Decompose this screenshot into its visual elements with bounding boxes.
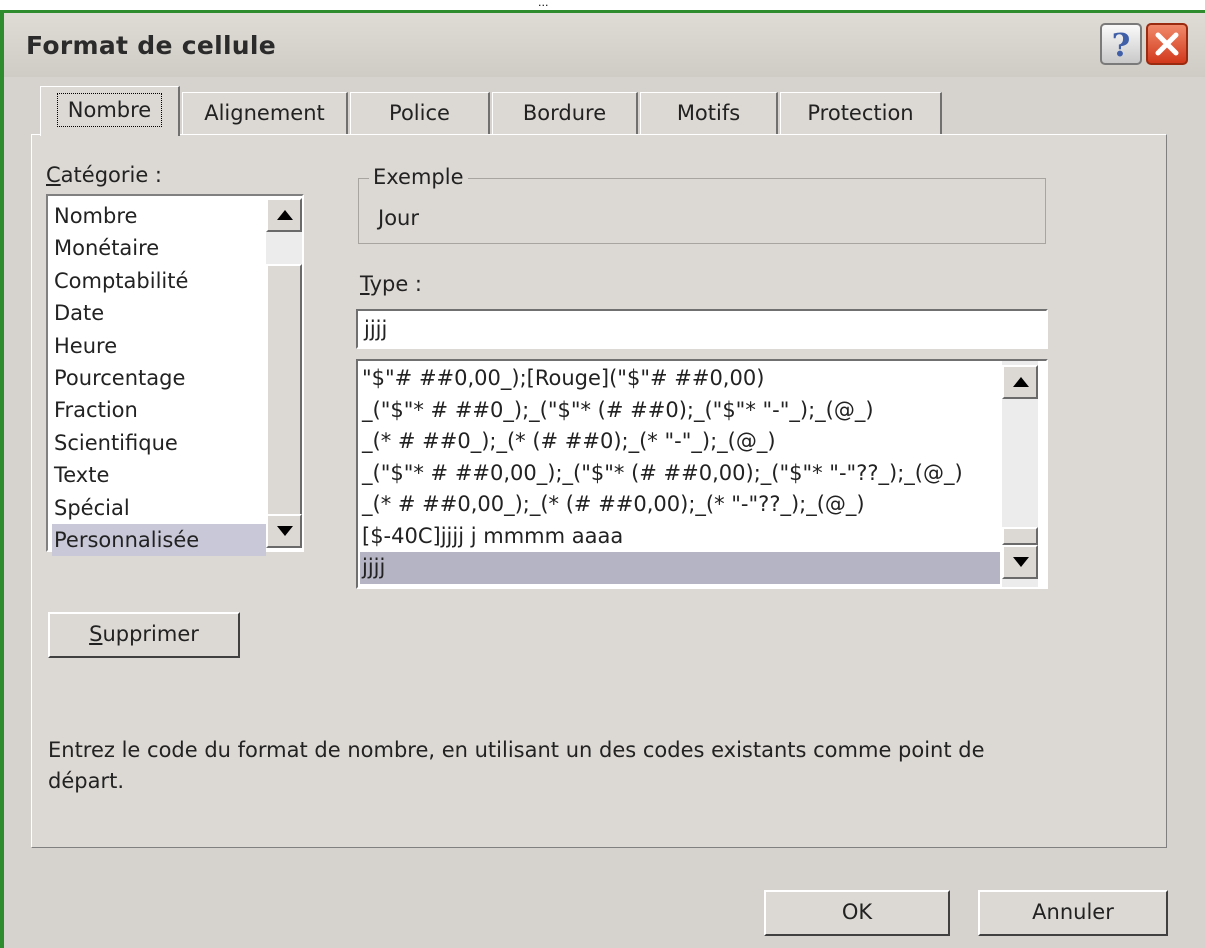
close-button[interactable] bbox=[1146, 23, 1188, 65]
scroll-thumb[interactable] bbox=[1002, 527, 1038, 545]
arrow-down-icon bbox=[1013, 557, 1029, 567]
list-item[interactable]: [$-40C]jjjj j mmmm aaaa bbox=[360, 521, 1000, 553]
type-input[interactable]: jjjj bbox=[356, 309, 1048, 349]
tab-alignement[interactable]: Alignement bbox=[182, 92, 348, 136]
list-item[interactable]: Spécial bbox=[52, 492, 266, 524]
list-item[interactable]: Scientifique bbox=[52, 427, 266, 459]
list-item-selected[interactable]: Personnalisée bbox=[52, 523, 266, 557]
title-bar[interactable]: Format de cellule ? bbox=[4, 13, 1205, 77]
close-icon bbox=[1155, 32, 1179, 56]
category-scrollbar[interactable] bbox=[266, 198, 302, 548]
scroll-up-button[interactable] bbox=[1002, 365, 1038, 399]
example-group: Exemple bbox=[358, 165, 1046, 244]
format-items: "$"# ##0,00_);[Rouge]("$"# ##0,00) _("$"… bbox=[360, 363, 1000, 584]
tab-motifs[interactable]: Motifs bbox=[640, 92, 778, 136]
list-item[interactable]: Date bbox=[52, 297, 266, 329]
ok-button[interactable]: OK bbox=[764, 890, 950, 936]
delete-button-label: upprimer bbox=[102, 622, 199, 646]
arrow-down-icon bbox=[277, 526, 293, 536]
type-label-accel: T bbox=[360, 272, 370, 296]
delete-button-accel: S bbox=[89, 622, 103, 646]
category-items: Nombre Monétaire Comptabilité Date Heure… bbox=[52, 200, 266, 557]
scroll-down-button[interactable] bbox=[1002, 545, 1038, 579]
list-item[interactable]: _("$"* # ##0,00_);_("$"* (# ##0,00);_("$… bbox=[360, 458, 1000, 490]
format-codes-list[interactable]: "$"# ##0,00_);[Rouge]("$"# ##0,00) _("$"… bbox=[356, 359, 1048, 589]
format-description: Entrez le code du format de nombre, en u… bbox=[48, 738, 985, 793]
category-label-accel: C bbox=[46, 163, 61, 187]
window-above-text: ... bbox=[538, 0, 549, 9]
list-item[interactable]: "$"# ##0,00_);[Rouge]("$"# ##0,00) bbox=[360, 363, 1000, 395]
help-icon: ? bbox=[1111, 26, 1131, 64]
scroll-up-button[interactable] bbox=[266, 198, 302, 232]
example-value: Jour bbox=[378, 206, 419, 230]
tab-nombre[interactable]: Nombre bbox=[40, 86, 180, 136]
arrow-up-icon bbox=[277, 210, 293, 220]
delete-button[interactable]: Supprimer bbox=[48, 612, 240, 658]
dialog-title: Format de cellule bbox=[26, 31, 277, 60]
cancel-button[interactable]: Annuler bbox=[978, 890, 1168, 936]
format-scrollbar[interactable] bbox=[1002, 361, 1038, 587]
list-item[interactable]: Heure bbox=[52, 330, 266, 362]
type-label: Type : bbox=[360, 272, 422, 296]
tab-protection[interactable]: Protection bbox=[780, 92, 942, 136]
category-list[interactable]: Nombre Monétaire Comptabilité Date Heure… bbox=[46, 194, 304, 557]
list-item[interactable]: Texte bbox=[52, 459, 266, 491]
scroll-down-button[interactable] bbox=[266, 514, 302, 548]
list-item[interactable]: Pourcentage bbox=[52, 362, 266, 394]
list-item-selected[interactable]: jjjj bbox=[360, 552, 1000, 584]
list-item[interactable]: Fraction bbox=[52, 394, 266, 426]
list-item[interactable]: Monétaire bbox=[52, 232, 266, 264]
tab-bordure[interactable]: Bordure bbox=[492, 92, 638, 136]
arrow-up-icon bbox=[1013, 377, 1029, 387]
type-label-text: ype : bbox=[369, 272, 422, 296]
scroll-thumb[interactable] bbox=[266, 264, 302, 518]
tab-nombre-label: Nombre bbox=[56, 93, 163, 127]
tab-police[interactable]: Police bbox=[350, 92, 490, 136]
help-button[interactable]: ? bbox=[1100, 23, 1142, 65]
category-label: Catégorie : bbox=[46, 163, 162, 187]
list-item[interactable]: _(* # ##0,00_);_(* (# ##0,00);_(* "-"??_… bbox=[360, 489, 1000, 521]
list-item[interactable]: _(* # ##0_);_(* (# ##0);_(* "-"_);_(@_) bbox=[360, 426, 1000, 458]
category-label-text: atégorie : bbox=[60, 163, 163, 187]
list-item[interactable]: Comptabilité bbox=[52, 265, 266, 297]
list-item[interactable]: _("$"* # ##0_);_("$"* (# ##0);_("$"* "-"… bbox=[360, 395, 1000, 427]
example-legend: Exemple bbox=[369, 165, 468, 189]
list-item[interactable]: Nombre bbox=[52, 200, 266, 232]
